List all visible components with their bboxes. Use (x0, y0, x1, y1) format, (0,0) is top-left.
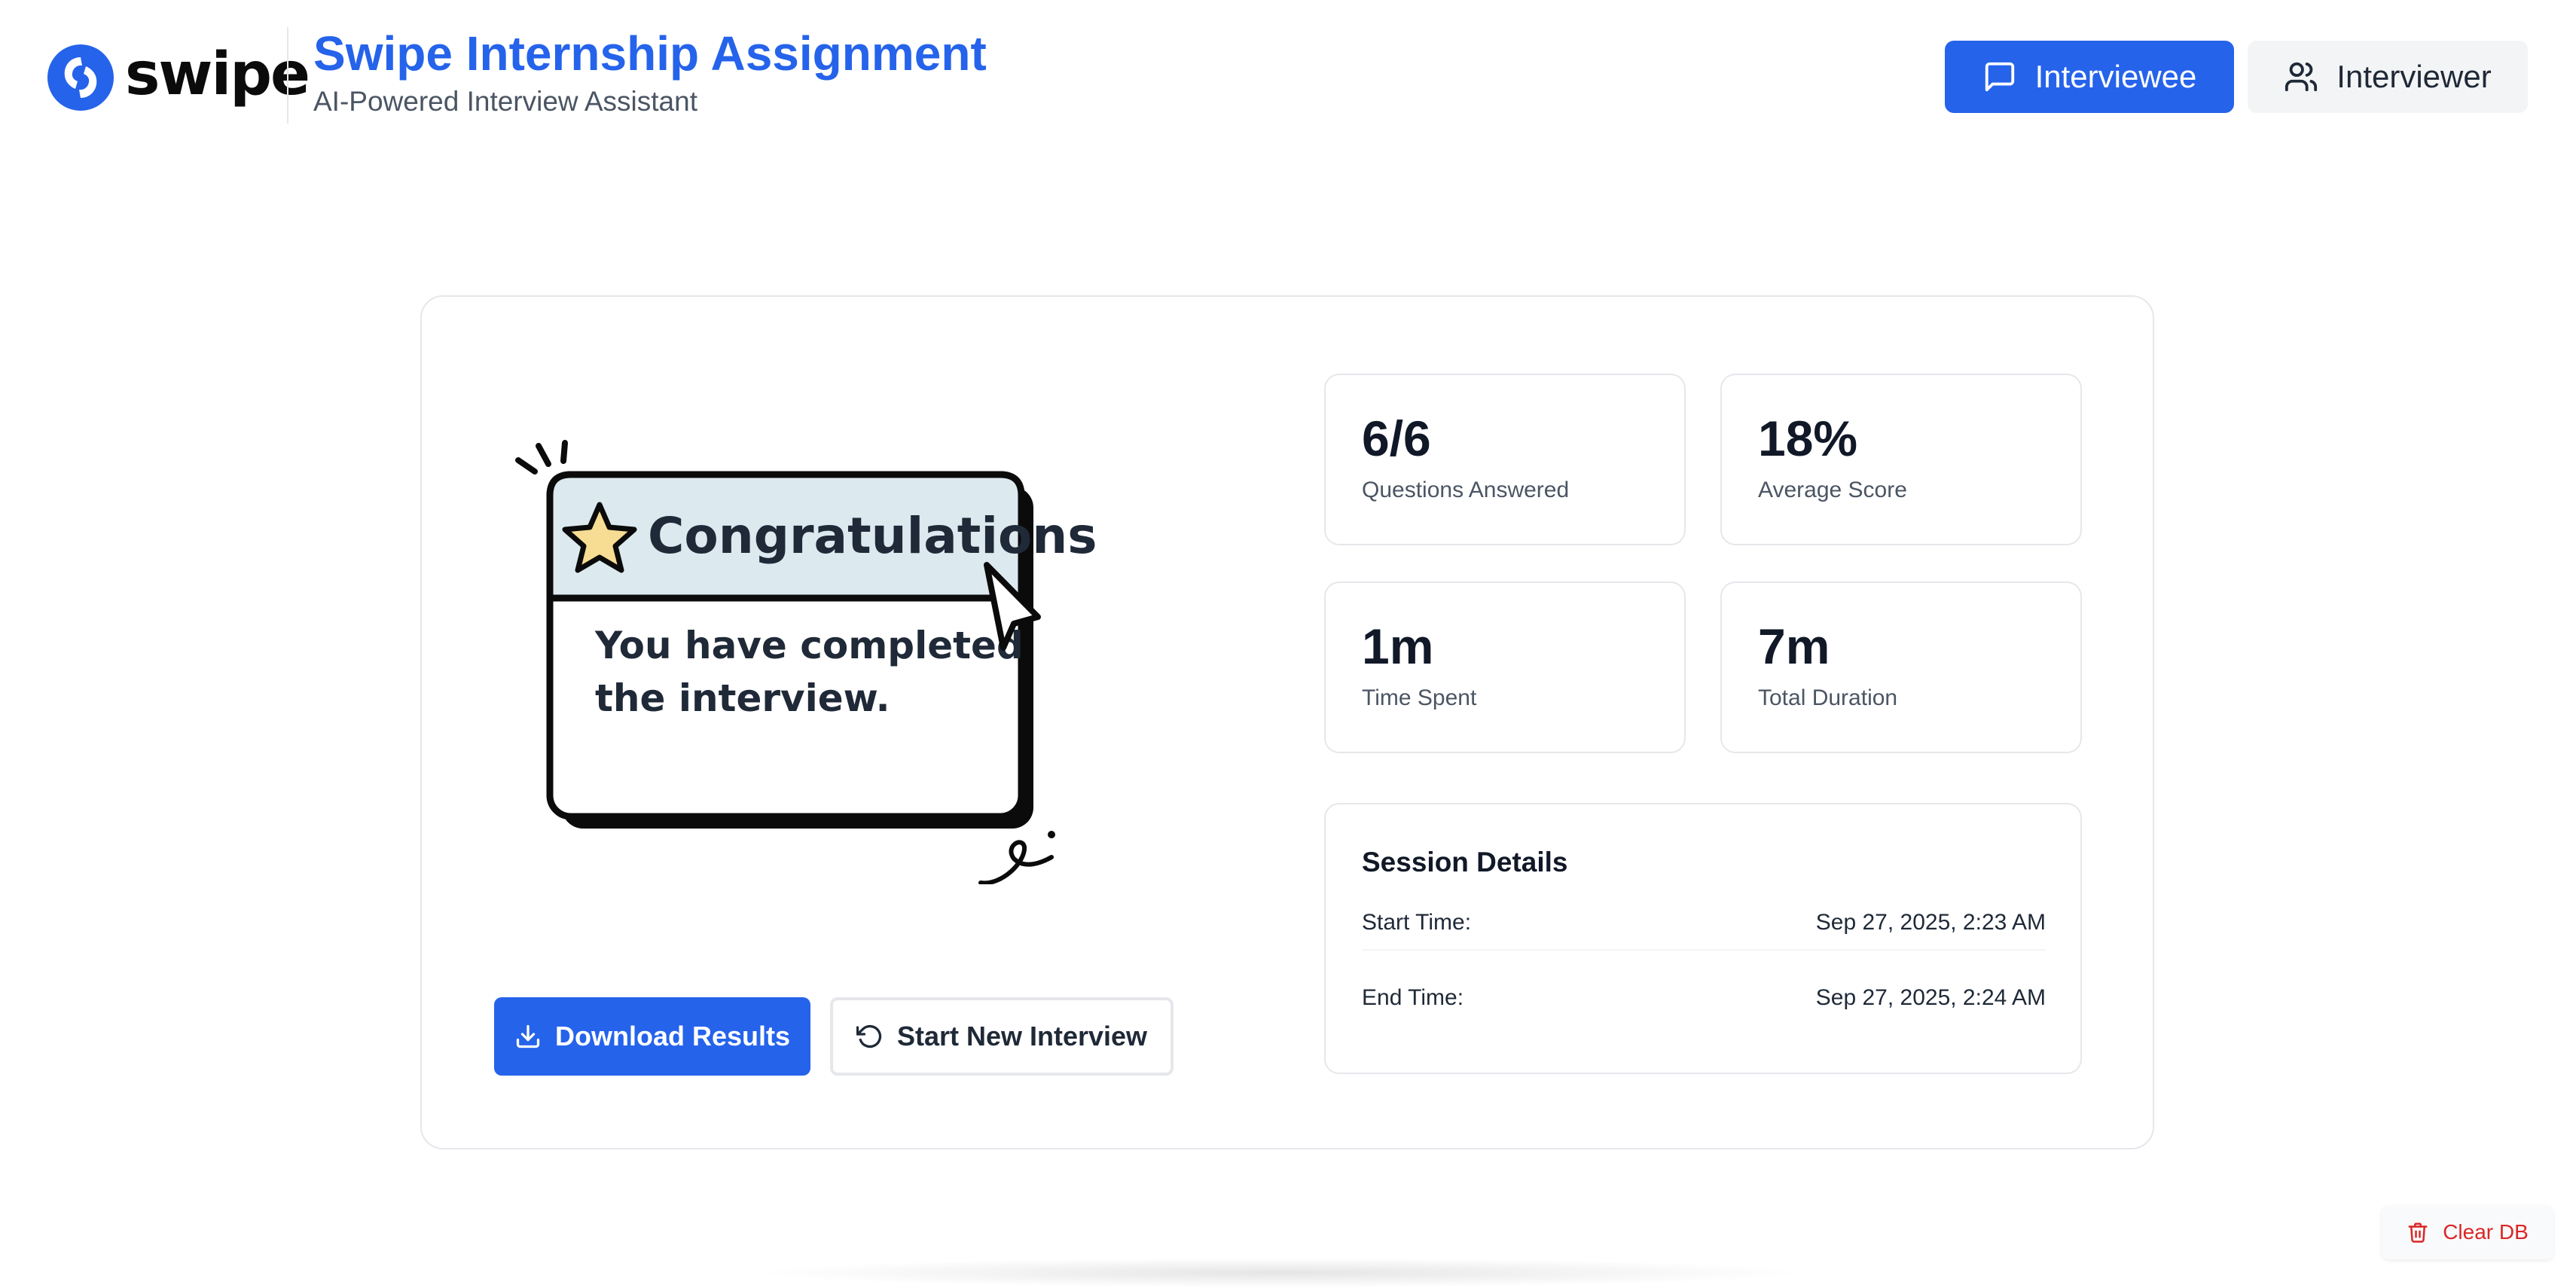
session-row-label: Start Time: (1362, 910, 1472, 935)
congratulations-illustration: Congratulations You have completed the i… (515, 440, 1097, 884)
session-row-label: End Time: (1362, 985, 1464, 1010)
download-results-button[interactable]: Download Results (494, 997, 810, 1076)
stat-value: 7m (1758, 618, 1830, 674)
stat-label: Time Spent (1362, 685, 1477, 710)
tab-interviewer[interactable]: Interviewer (2248, 41, 2528, 113)
logo-text: swipe (125, 41, 310, 108)
stat-label: Questions Answered (1362, 478, 1570, 502)
stat-label: Total Duration (1758, 685, 1898, 710)
stat-time-spent: 1m Time Spent (1324, 581, 1686, 753)
clear-db-button[interactable]: Clear DB (2382, 1205, 2553, 1259)
clear-db-label: Clear DB (2443, 1220, 2529, 1244)
swipe-logo: swipe (47, 41, 310, 111)
trash-icon (2408, 1222, 2428, 1243)
start-new-interview-button[interactable]: Start New Interview (830, 997, 1174, 1076)
users-icon (2285, 62, 2318, 92)
bottom-shadow (753, 1258, 1808, 1288)
stat-value: 18% (1758, 411, 1858, 466)
download-results-label: Download Results (554, 1021, 791, 1051)
download-icon (516, 1024, 540, 1048)
header-divider (287, 27, 288, 124)
tab-interviewee[interactable]: Interviewee (1945, 41, 2234, 113)
session-row-end-time: End Time: Sep 27, 2025, 2:24 AM (1362, 972, 2046, 1024)
stat-total-duration: 7m Total Duration (1720, 581, 2082, 753)
session-row-start-time: Start Time: Sep 27, 2025, 2:23 AM (1362, 896, 2046, 951)
completion-message-line-2: the interview. (595, 676, 890, 720)
completion-message-line-1: You have completed (594, 624, 1024, 667)
rotate-ccw-icon (856, 1024, 882, 1048)
stat-average-score: 18% Average Score (1720, 374, 2082, 545)
stat-value: 1m (1362, 618, 1434, 674)
session-details-panel: Session Details Start Time: Sep 27, 2025… (1324, 803, 2082, 1074)
tab-interviewer-label: Interviewer (2336, 59, 2492, 94)
start-new-interview-label: Start New Interview (896, 1021, 1148, 1051)
stat-value: 6/6 (1362, 411, 1431, 466)
completion-card: Congratulations You have completed the i… (420, 295, 2154, 1149)
tab-interviewee-label: Interviewee (2034, 59, 2197, 94)
session-row-value: Sep 27, 2025, 2:24 AM (1815, 985, 2046, 1010)
swipe-logo-icon (47, 44, 114, 111)
page-subtitle: AI-Powered Interview Assistant (313, 86, 697, 117)
app-header: swipe Swipe Internship Assignment AI-Pow… (0, 0, 2576, 151)
sparkle-lines-icon (515, 440, 568, 475)
message-square-icon (1985, 62, 2014, 92)
stat-questions-answered: 6/6 Questions Answered (1324, 374, 1686, 545)
session-row-value: Sep 27, 2025, 2:23 AM (1815, 910, 2046, 935)
squiggle-icon (978, 840, 1054, 884)
stat-label: Average Score (1758, 478, 1907, 502)
congratulations-heading: Congratulations (648, 507, 1097, 565)
session-details-title: Session Details (1362, 847, 1568, 877)
page-title: Swipe Internship Assignment (313, 26, 987, 81)
